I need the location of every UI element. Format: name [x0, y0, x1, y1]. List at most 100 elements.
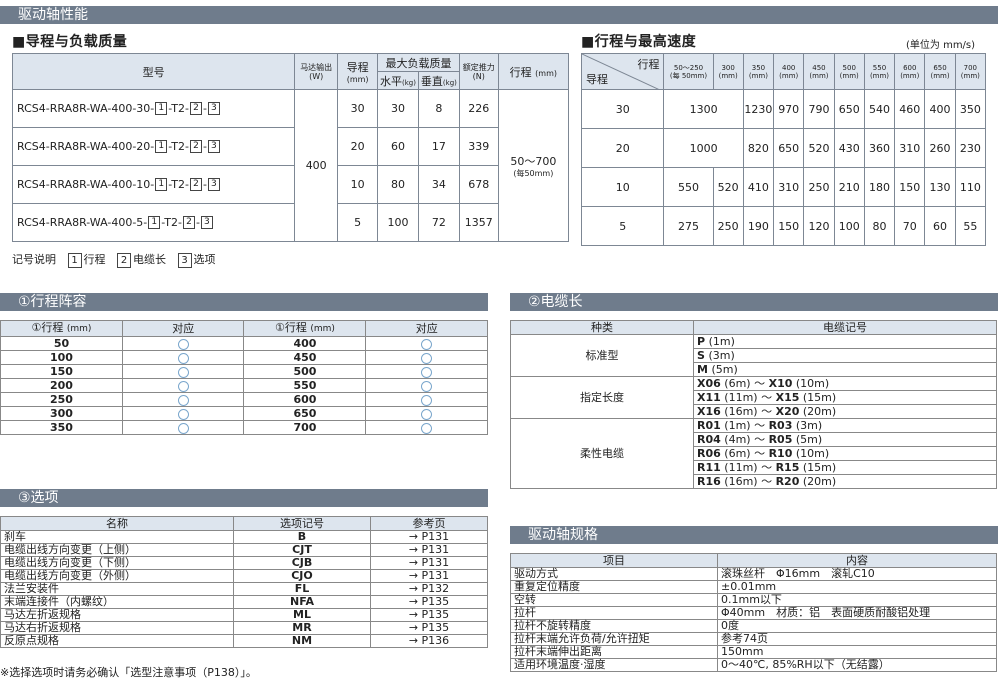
head-type: 种类 [510, 320, 694, 335]
circle-icon [421, 408, 433, 420]
spec-content: 150mm [717, 645, 997, 659]
option-name: 马达右折返规格 [0, 621, 234, 635]
supported-mark [121, 392, 245, 407]
spec-item: 空转 [510, 593, 718, 607]
head-stroke: ①行程 (mm) [243, 320, 367, 337]
lead-cell: 10 [580, 167, 665, 207]
table-row: 标准型 P (1m) [510, 334, 997, 377]
vertical-cell: 8 [417, 89, 460, 128]
table-row: RCS4-RRA8R-WA-400-10- 1 -T2- 2-3 10 80 34 6… [11, 165, 569, 204]
motor-value: 400 [294, 89, 339, 242]
table-row: 10 550 520 410 310 250 210 180 150 130 1… [580, 167, 987, 207]
cable-code: M (5m) [693, 362, 997, 377]
spec-content: 0～40℃, 85%RH以下（无结露） [717, 658, 997, 672]
circle-icon [177, 422, 189, 434]
supported-mark [365, 364, 488, 379]
circle-icon [421, 380, 433, 392]
cable-type: 柔性电缆 [510, 418, 694, 489]
stroke-value: 100 [0, 350, 123, 365]
circle-icon [421, 352, 433, 364]
table-row: 电缆出线方向变更（下侧） CJB → P131 [0, 556, 488, 570]
spec-content: 参考74页 [717, 632, 997, 646]
head-thrust: 额定推力 (N) [458, 53, 499, 90]
table-row: 250 600 [0, 392, 488, 407]
circle-icon [177, 352, 189, 364]
model-cell: RCS4-RRA8R-WA-400-30- 1 -T2- 2-3 [11, 89, 296, 128]
spec-item: 拉杆不旋转精度 [510, 619, 718, 633]
option-name: 反原点规格 [0, 634, 234, 648]
thrust-cell: 339 [458, 127, 499, 166]
speed-cell: 360 [863, 128, 896, 168]
speed-cell: 310 [773, 167, 805, 207]
circle-icon [421, 394, 433, 406]
option-code: B [233, 530, 371, 544]
model-cell: RCS4-RRA8R-WA-400-5- 1 -T2- 2-3 [11, 203, 296, 242]
cable-code: R11 (11m) ～ R15 (15m) [693, 460, 997, 475]
option-code: NFA [233, 595, 371, 609]
speed-cell: 400 [924, 89, 956, 129]
circle-icon [177, 380, 189, 392]
circle-icon [177, 408, 189, 420]
spec-content: 0度 [717, 619, 997, 633]
table-row: 50 400 [0, 336, 488, 351]
stroke-value: 150 [0, 364, 123, 379]
legend-text: 选项 [193, 253, 216, 266]
option-code: ML [233, 608, 371, 622]
lead-cell: 5 [337, 203, 379, 242]
speed-cell: 110 [954, 167, 987, 207]
head-lead: 导程 (mm) [337, 53, 379, 90]
spec-item: 拉杆末端伸出距离 [510, 645, 718, 659]
supported-mark [365, 336, 488, 351]
table-row: 驱动方式 滚珠丝杆 Φ16mm 滚轧C10 [510, 567, 997, 581]
cable-code: R06 (6m) ～ R10 (10m) [693, 446, 997, 461]
supported-mark [365, 420, 488, 435]
speed-cell: 150 [773, 206, 805, 246]
corner-bottom: 导程 [586, 73, 608, 86]
speed-cell: 790 [803, 89, 835, 129]
stroke-speed-title: ■行程与最高速度 [581, 34, 697, 50]
speed-cell: 150 [894, 167, 926, 207]
table-row: 柔性电缆 R01 (1m) ～ R03 (3m) [510, 418, 997, 489]
speed-cell: 190 [742, 206, 775, 246]
cable-code: X16 (16m) ～ X20 (20m) [693, 404, 997, 419]
corner-cell: 行程 导程 [580, 53, 665, 90]
table-row: 电缆出线方向变更（上侧） CJT → P131 [0, 543, 488, 557]
band-title: 驱动轴性能 [18, 7, 88, 23]
cable-code: S (3m) [693, 348, 997, 363]
table-row: 150 500 [0, 364, 488, 379]
table-row: 200 550 [0, 378, 488, 393]
table-row: 指定长度 X06 (6m) ～ X10 (10m) [510, 376, 997, 419]
table-row: 重复定位精度 ±0.01mm [510, 580, 997, 594]
spec-item: 拉杆 [510, 606, 718, 620]
spec-content: 0.1mm以下 [717, 593, 997, 607]
speed-cell: 70 [894, 206, 926, 246]
speed-cell: 1300 [663, 89, 744, 129]
thrust-cell: 678 [458, 165, 499, 204]
option-page: → P132 [370, 582, 488, 596]
option-name: 马达左折返规格 [0, 608, 234, 622]
option-name: 电缆出线方向变更（下侧） [0, 556, 234, 570]
head-model: 型号 [11, 53, 296, 90]
cable-code: R01 (1m) ～ R03 (3m) [693, 418, 997, 433]
supported-mark [121, 378, 245, 393]
option-page: → P136 [370, 634, 488, 648]
option-page: → P131 [370, 543, 488, 557]
table-row: 拉杆末端允许负荷/允许扭矩 参考74页 [510, 632, 997, 646]
table-row: RCS4-RRA8R-WA-400-5- 1 -T2- 2-3 5 100 72 13… [11, 203, 569, 242]
vertical-cell: 17 [417, 127, 460, 166]
option-code: CJT [233, 543, 371, 557]
table-row: RCS4-RRA8R-WA-400-20- 1 -T2- 2-3 20 60 17 3… [11, 127, 569, 166]
spec-content: 滚珠丝杆 Φ16mm 滚轧C10 [717, 567, 997, 581]
supported-mark [121, 350, 245, 365]
stroke-value: 550 [243, 378, 367, 393]
col-head: 500 (mm) [833, 53, 865, 90]
option-name: 刹车 [0, 530, 234, 544]
speed-cell: 650 [773, 128, 805, 168]
speed-cell: 310 [894, 128, 926, 168]
lead-load-table: 型号 马达输出 (W) 导程 (mm) 最大负载质量 额定推力 (N) 行程 (mm)… [11, 53, 570, 242]
symbol-legend: 记号说明 1 行程 2 电缆长 3 选项 [12, 251, 216, 268]
cable-code: X06 (6m) ～ X10 (10m) [693, 376, 997, 391]
stroke-speed-table: 行程 导程 50～250 (每 50mm) 300 (mm) 350 (mm) 400… [580, 53, 987, 246]
stroke-value: 700 [243, 420, 367, 435]
spec-content: Φ40mm 材质：铝 表面硬质耐酸铝处理 [717, 606, 997, 620]
